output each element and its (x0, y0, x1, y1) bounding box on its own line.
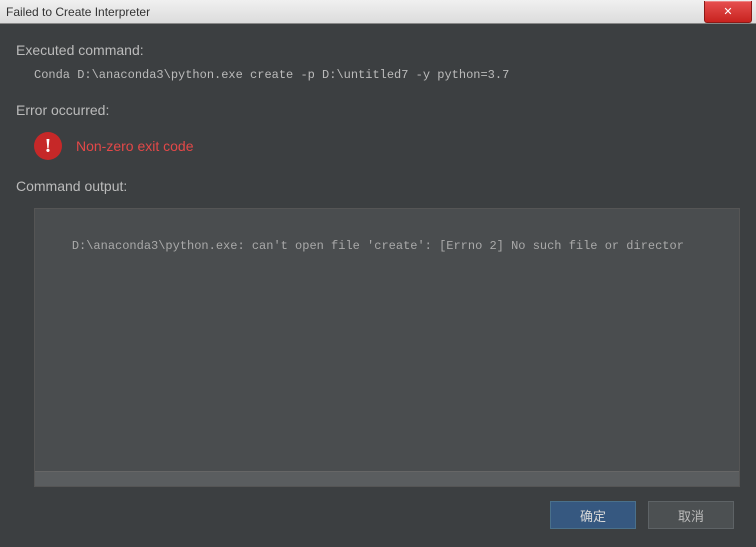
ok-button-label: 确定 (580, 506, 606, 525)
executed-command-text: Conda D:\anaconda3\python.exe create -p … (34, 68, 740, 82)
titlebar: Failed to Create Interpreter ✕ (0, 0, 756, 24)
titlebar-title: Failed to Create Interpreter (6, 5, 150, 19)
button-row: 确定 取消 (16, 487, 740, 535)
command-output-text: D:\anaconda3\python.exe: can't open file… (72, 239, 684, 253)
command-output-box: D:\anaconda3\python.exe: can't open file… (34, 208, 740, 487)
cancel-button[interactable]: 取消 (648, 501, 734, 529)
output-heading: Command output: (16, 178, 740, 194)
error-row: ! Non-zero exit code (34, 132, 740, 160)
error-message: Non-zero exit code (76, 138, 194, 154)
cancel-button-label: 取消 (678, 506, 704, 525)
ok-button[interactable]: 确定 (550, 501, 636, 529)
close-icon: ✕ (723, 5, 732, 18)
error-icon: ! (34, 132, 62, 160)
executed-command-heading: Executed command: (16, 42, 740, 58)
dialog-content: Executed command: Conda D:\anaconda3\pyt… (0, 24, 756, 547)
close-button[interactable]: ✕ (704, 1, 752, 23)
error-heading: Error occurred: (16, 102, 740, 118)
